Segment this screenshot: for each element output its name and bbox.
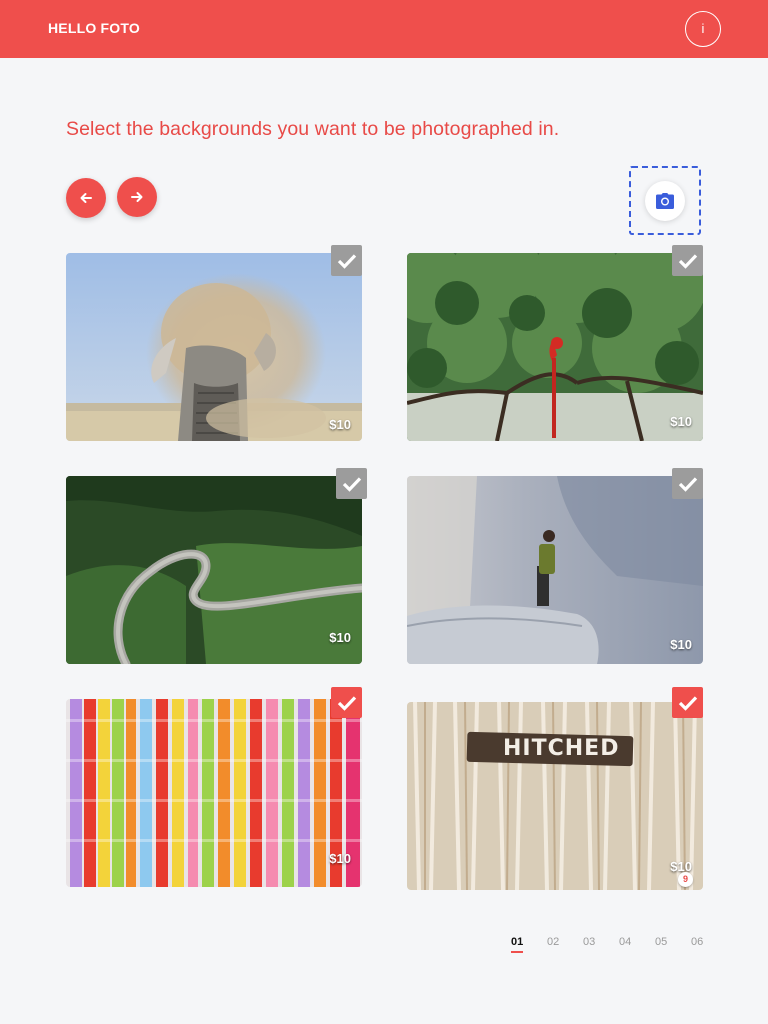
- background-card-parrot[interactable]: $10: [407, 253, 703, 441]
- checkmark-icon: [337, 253, 356, 269]
- page-link-03[interactable]: 03: [583, 936, 595, 948]
- price-label: $10: [670, 637, 692, 652]
- hitched-sign-text: HITCHED: [503, 736, 620, 761]
- checkmark-icon: [678, 476, 697, 492]
- select-checkbox[interactable]: [672, 687, 703, 718]
- background-card-hitched[interactable]: HITCHED $10: [407, 702, 703, 890]
- checkmark-icon: [678, 695, 697, 711]
- select-checkbox[interactable]: [331, 245, 362, 276]
- price-label: $10: [329, 851, 351, 866]
- brand-logo-text[interactable]: HELLO FOTO: [48, 20, 140, 36]
- select-checkbox[interactable]: [672, 468, 703, 499]
- checkmark-icon: [337, 695, 356, 711]
- background-card-elephant[interactable]: $10: [66, 253, 362, 441]
- background-card-streamers[interactable]: $10: [66, 699, 362, 887]
- crepe-streamers-photo: [66, 699, 362, 887]
- parrot-tree-photo: [407, 253, 703, 441]
- camera-icon: [656, 193, 674, 209]
- previous-button[interactable]: [66, 178, 106, 218]
- page-link-05[interactable]: 05: [655, 936, 667, 948]
- cliff-hiker-photo: [407, 476, 703, 664]
- elephant-photo: [66, 253, 362, 441]
- page-link-02[interactable]: 02: [547, 936, 559, 948]
- info-button[interactable]: i: [685, 11, 721, 47]
- select-checkbox[interactable]: [331, 687, 362, 718]
- arrow-left-icon: [80, 193, 92, 203]
- background-card-cliff[interactable]: $10: [407, 476, 703, 664]
- arrow-right-icon: [131, 192, 143, 202]
- active-page-indicator: [511, 951, 523, 953]
- price-label: $10: [329, 630, 351, 645]
- count-badge: 9: [678, 872, 693, 887]
- checkmark-icon: [342, 476, 361, 492]
- price-label: $10: [329, 417, 351, 432]
- select-checkbox[interactable]: [672, 245, 703, 276]
- hitched-sign-photo: [407, 702, 703, 890]
- camera-button[interactable]: [645, 181, 685, 221]
- checkmark-icon: [678, 253, 697, 269]
- price-label: $10: [670, 414, 692, 429]
- page-link-01[interactable]: 01: [511, 936, 523, 948]
- next-button[interactable]: [117, 177, 157, 217]
- page-title: Select the backgrounds you want to be ph…: [66, 118, 560, 140]
- winding-road-photo: [66, 476, 362, 664]
- page-link-04[interactable]: 04: [619, 936, 631, 948]
- background-card-road[interactable]: $10: [66, 476, 362, 664]
- select-checkbox[interactable]: [336, 468, 367, 499]
- camera-upload-zone[interactable]: [629, 166, 701, 235]
- top-app-bar: HELLO FOTO i: [0, 0, 768, 58]
- page-link-06[interactable]: 06: [691, 936, 703, 948]
